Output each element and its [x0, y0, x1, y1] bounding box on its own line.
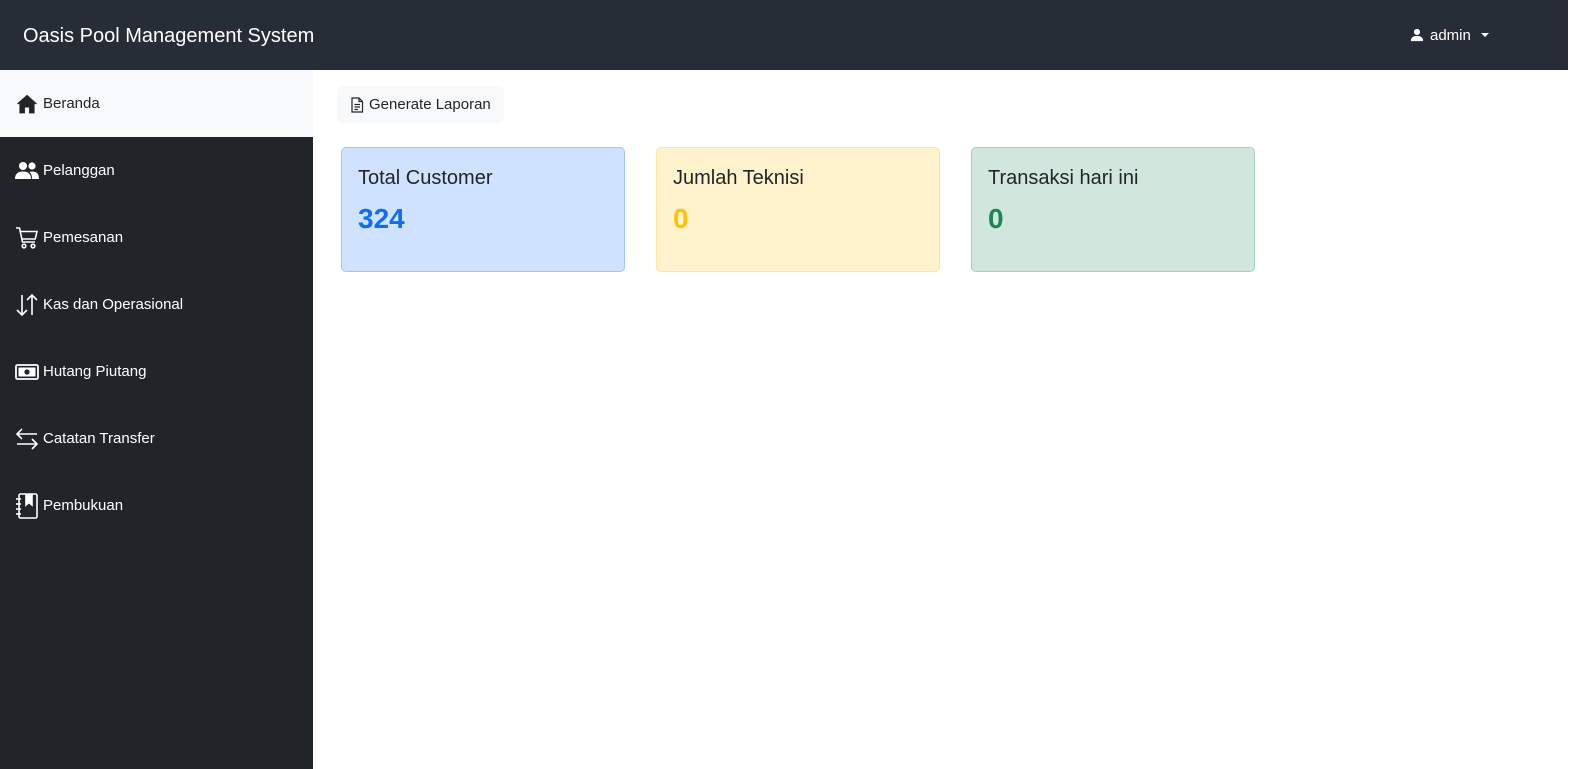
sidebar-item-pemesanan[interactable]: Pemesanan [0, 204, 313, 271]
sidebar-item-kas-operasional[interactable]: Kas dan Operasional [0, 271, 313, 338]
transaksi-hari-ini-card: Transaksi hari ini 0 [971, 147, 1255, 272]
user-name: admin [1430, 26, 1471, 44]
caret-down-icon [1480, 33, 1489, 37]
sidebar-item-label: Pembukuan [43, 497, 124, 514]
arrow-down-up-icon [14, 292, 40, 318]
cart-icon [14, 225, 40, 251]
journal-bookmark-icon [14, 492, 40, 519]
sidebar-item-label: Kas dan Operasional [43, 296, 184, 313]
people-icon [14, 158, 40, 184]
sidebar-item-label: Hutang Piutang [43, 363, 147, 380]
person-icon [1410, 28, 1424, 42]
sidebar-item-hutang-piutang[interactable]: Hutang Piutang [0, 338, 313, 405]
sidebar-item-label: Pelanggan [43, 162, 115, 179]
sidebar-item-beranda[interactable]: Beranda [0, 70, 313, 137]
card-value: 324 [358, 203, 405, 234]
file-text-icon [351, 96, 364, 113]
sidebar-item-pelanggan[interactable]: Pelanggan [0, 137, 313, 204]
generate-report-button[interactable]: Generate Laporan [337, 86, 504, 123]
sidebar-item-label: Catatan Transfer [43, 430, 155, 447]
main-content: Generate Laporan Total Customer 324 Juml… [313, 70, 1568, 769]
jumlah-teknisi-card: Jumlah Teknisi 0 [656, 147, 940, 272]
total-customer-card: Total Customer 324 [341, 147, 625, 272]
card-title: Jumlah Teknisi [673, 167, 804, 189]
house-icon [14, 91, 40, 117]
brand-title[interactable]: Oasis Pool Management System [23, 23, 314, 49]
sidebar: Beranda Pelanggan Pemesanan Kas dan Oper… [0, 70, 313, 769]
card-title: Total Customer [358, 167, 493, 189]
sidebar-item-label: Pemesanan [43, 229, 124, 246]
arrow-left-right-icon [14, 426, 40, 452]
generate-report-label: Generate Laporan [369, 96, 491, 113]
top-navbar: Oasis Pool Management System admin [0, 0, 1568, 70]
sidebar-item-pembukuan[interactable]: Pembukuan [0, 472, 313, 539]
window-scrollbar-gutter [1568, 0, 1592, 769]
card-value: 0 [673, 203, 689, 234]
user-dropdown-toggle[interactable]: admin [1410, 24, 1489, 46]
cash-icon [14, 359, 40, 385]
card-value: 0 [988, 203, 1004, 234]
sidebar-item-catatan-transfer[interactable]: Catatan Transfer [0, 405, 313, 472]
sidebar-item-label: Beranda [43, 95, 100, 112]
card-title: Transaksi hari ini [988, 167, 1139, 189]
